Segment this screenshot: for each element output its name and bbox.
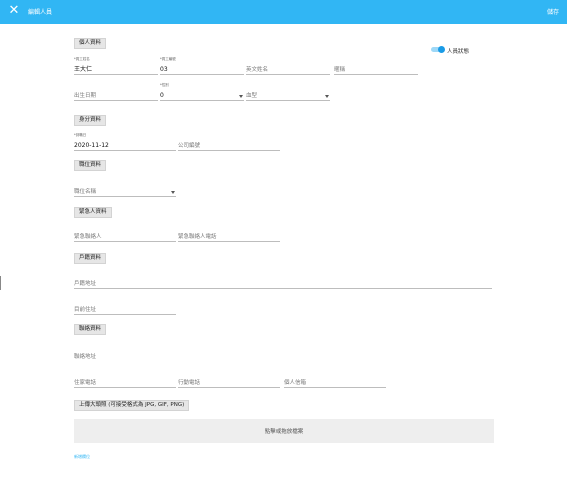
mobile-phone-placeholder: 行動電話: [178, 380, 201, 386]
chevron-down-icon: [325, 95, 329, 98]
employee-id-field[interactable]: *員工編號 03: [160, 57, 244, 75]
department-placeholder: 職位名稱: [74, 189, 97, 195]
birthday-field[interactable]: 出生日期: [74, 88, 158, 101]
home-phone-placeholder: 住家電話: [74, 380, 97, 386]
email-field[interactable]: 個人信箱: [284, 375, 386, 388]
section-identity-button[interactable]: 身分資料: [74, 115, 107, 126]
emergency-phone-field[interactable]: 緊急聯絡人電話: [178, 229, 280, 242]
company-id-placeholder: 公司編號: [178, 143, 201, 149]
onboard-date-label: *到職日: [74, 133, 87, 137]
blood-type-select[interactable]: 血型: [246, 88, 330, 101]
email-placeholder: 個人信箱: [284, 380, 307, 386]
section-personal-button[interactable]: 個人資料: [74, 38, 107, 49]
employee-id-value: 03: [160, 66, 168, 73]
department-select[interactable]: 職位名稱: [74, 184, 176, 197]
footer-link[interactable]: 新增欄位: [74, 454, 90, 460]
chevron-down-icon: [239, 95, 243, 98]
nickname-field[interactable]: 暱稱: [334, 62, 418, 75]
emergency-contact-field[interactable]: 緊急聯絡人: [74, 229, 176, 242]
mobile-phone-field[interactable]: 行動電話: [178, 375, 280, 388]
photo-dropzone[interactable]: 點擊或拖放檔案: [74, 419, 494, 443]
gender-select[interactable]: *性別 0: [160, 83, 244, 101]
scroll-indicator: [0, 276, 1, 290]
nickname-placeholder: 暱稱: [334, 67, 346, 73]
registered-address-placeholder: 戶籍地址: [74, 281, 97, 287]
english-name-placeholder: 英文姓名: [246, 67, 269, 73]
status-toggle[interactable]: [431, 46, 445, 53]
name-label: *員工姓名: [74, 57, 90, 61]
emergency-contact-placeholder: 緊急聯絡人: [74, 234, 102, 240]
blood-type-placeholder: 血型: [246, 93, 258, 99]
emergency-phone-placeholder: 緊急聯絡人電話: [178, 234, 217, 240]
contact-address-label: 聯絡地址: [74, 354, 97, 360]
onboard-date-value: 2020-11-12: [74, 142, 109, 149]
dropzone-text: 點擊或拖放檔案: [264, 429, 304, 435]
registered-address-field[interactable]: 戶籍地址: [74, 276, 492, 289]
status-toggle-label: 人員狀態: [447, 49, 470, 55]
home-phone-field[interactable]: 住家電話: [74, 375, 176, 388]
save-button[interactable]: 儲存: [547, 7, 559, 16]
name-value: 王大仁: [74, 66, 93, 73]
upload-photo-button[interactable]: 上傳大頭照 (可接受格式為 JPG, GIF, PNG): [74, 400, 190, 411]
toggle-knob: [438, 46, 445, 53]
chevron-down-icon: [171, 191, 175, 194]
section-emergency-button[interactable]: 緊急人資料: [74, 207, 112, 218]
company-id-field[interactable]: 公司編號: [178, 138, 280, 151]
page-title: 編輯人員: [28, 9, 53, 16]
birthday-placeholder: 出生日期: [74, 93, 97, 99]
english-name-field[interactable]: 英文姓名: [246, 62, 330, 75]
onboard-date-field[interactable]: *到職日 2020-11-12: [74, 133, 176, 151]
section-contact-button[interactable]: 聯絡資料: [74, 324, 107, 335]
section-position-button[interactable]: 職位資料: [74, 160, 107, 171]
gender-label: *性別: [160, 83, 169, 87]
close-icon[interactable]: ✕: [7, 4, 21, 18]
gender-value: 0: [160, 92, 164, 99]
residence-address-placeholder: 目前住址: [74, 307, 97, 313]
name-field[interactable]: *員工姓名 王大仁: [74, 57, 158, 75]
residence-address-field[interactable]: 目前住址: [74, 302, 176, 315]
top-app-bar: ✕ 編輯人員 儲存: [0, 0, 567, 24]
employee-id-label: *員工編號: [160, 57, 176, 61]
section-address-button[interactable]: 戶籍資料: [74, 253, 107, 264]
